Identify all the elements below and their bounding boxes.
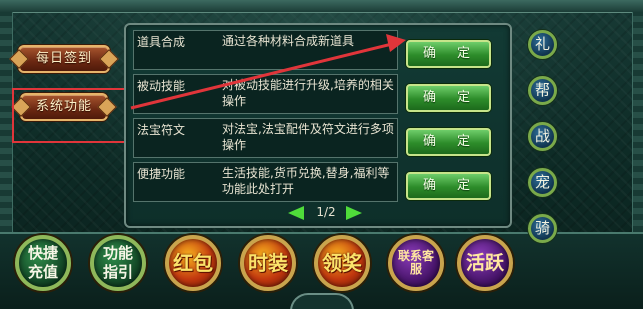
right-menu-battle-button[interactable]: 战 <box>528 122 557 151</box>
feature-row-item-synthesis: 道具合成 通过各种材料合成新道具 <box>133 30 398 70</box>
claim-reward-label: 领奖 <box>322 250 362 275</box>
confirm-button-convenience[interactable]: 确 定 <box>406 172 491 200</box>
right-menu-pet-button[interactable]: 宠 <box>528 168 557 197</box>
feature-desc: 通过各种材料合成新道具 <box>222 34 355 48</box>
confirm-button-magic-rune[interactable]: 确 定 <box>406 128 491 156</box>
feature-row-magic-rune: 法宝符文 对法宝,法宝配件及符文进行多项操作 <box>133 118 398 158</box>
daily-signin-button[interactable]: 每日签到 <box>18 45 110 73</box>
feature-row-convenience: 便捷功能 生活技能,货币兑换,替身,福利等功能此处打开 <box>133 162 398 202</box>
right-frame-decoration <box>632 12 643 238</box>
feature-name: 便捷功能 <box>137 167 186 181</box>
game-ui-screen: 每日签到 系统功能 道具合成 通过各种材料合成新道具 确 定 被动技能 对被动技… <box>0 0 643 309</box>
confirm-button-item-synthesis[interactable]: 确 定 <box>406 40 491 68</box>
right-menu-mount-button[interactable]: 骑 <box>528 214 557 243</box>
feature-name: 法宝符文 <box>137 123 186 137</box>
customer-service-label: 联系客服 <box>397 249 434 276</box>
activity-label: 活跃 <box>465 251 504 274</box>
right-menu-guild-button[interactable]: 帮 <box>528 76 557 105</box>
pagination: 1/2 <box>288 205 363 222</box>
quick-recharge-label: 快捷充值 <box>27 244 58 281</box>
fashion-label: 时装 <box>248 250 288 275</box>
function-guide-label: 功能指引 <box>102 244 133 281</box>
feature-desc: 生活技能,货币兑换,替身,福利等功能此处打开 <box>222 166 390 196</box>
red-packet-button[interactable]: 红包 <box>165 235 221 291</box>
red-packet-label: 红包 <box>173 250 213 275</box>
bottom-emblem <box>290 293 354 309</box>
quick-recharge-button[interactable]: 快捷充值 <box>15 235 71 291</box>
highlight-box <box>12 88 131 143</box>
feature-desc: 对被动技能进行升级,培养的相关操作 <box>222 78 394 108</box>
fashion-button[interactable]: 时装 <box>240 235 296 291</box>
feature-row-passive-skill: 被动技能 对被动技能进行升级,培养的相关操作 <box>133 74 398 114</box>
page-indicator: 1/2 <box>316 205 336 219</box>
feature-desc: 对法宝,法宝配件及符文进行多项操作 <box>222 122 394 152</box>
customer-service-button[interactable]: 联系客服 <box>388 235 444 291</box>
feature-name: 道具合成 <box>137 35 186 49</box>
prev-page-arrow-icon[interactable] <box>288 206 304 220</box>
function-guide-button[interactable]: 功能指引 <box>90 235 146 291</box>
activity-button[interactable]: 活跃 <box>457 235 513 291</box>
confirm-button-passive-skill[interactable]: 确 定 <box>406 84 491 112</box>
next-page-arrow-icon[interactable] <box>346 206 362 220</box>
claim-reward-button[interactable]: 领奖 <box>314 235 370 291</box>
top-frame-border <box>0 0 643 13</box>
right-menu-gift-button[interactable]: 礼 <box>528 30 557 59</box>
feature-name: 被动技能 <box>137 79 186 93</box>
